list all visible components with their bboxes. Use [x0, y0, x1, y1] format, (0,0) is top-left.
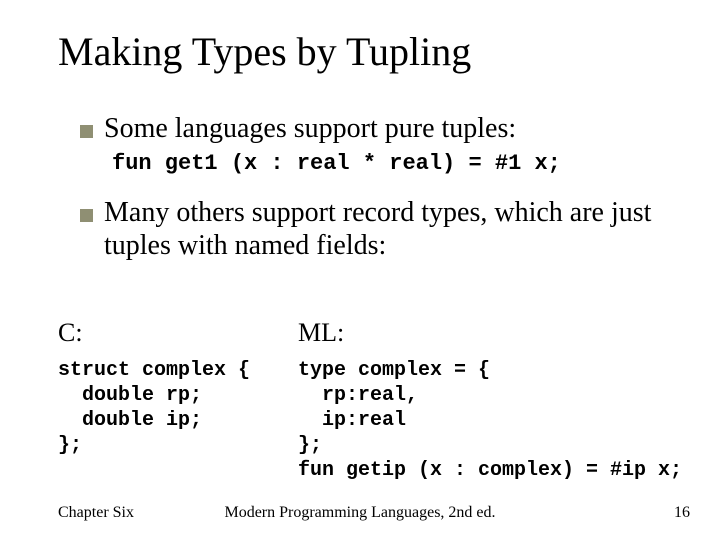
square-bullet-icon: [80, 209, 93, 222]
column-label: ML:: [298, 318, 682, 348]
column-label: C:: [58, 318, 298, 348]
slide: Making Types by Tupling Some languages s…: [0, 0, 720, 540]
code-snippet: fun get1 (x : real * real) = #1 x;: [112, 151, 680, 176]
footer-book-title: Modern Programming Languages, 2nd ed.: [0, 504, 720, 522]
code-block-c: struct complex { double rp; double ip; }…: [58, 358, 298, 458]
column-ml: ML: type complex = { rp:real, ip:real };…: [298, 318, 682, 483]
footer-page-number: 16: [674, 504, 690, 522]
bullet-text: Some languages support pure tuples:: [104, 112, 516, 145]
column-c: C: struct complex { double rp; double ip…: [58, 318, 298, 483]
square-bullet-icon: [80, 125, 93, 138]
slide-title: Making Types by Tupling: [58, 28, 471, 75]
slide-body: Some languages support pure tuples: fun …: [80, 112, 680, 268]
code-block-ml: type complex = { rp:real, ip:real }; fun…: [298, 358, 682, 483]
bullet-item: Many others support record types, which …: [80, 196, 680, 262]
bullet-text: Many others support record types, which …: [104, 196, 680, 262]
bullet-item: Some languages support pure tuples:: [80, 112, 680, 145]
code-columns: C: struct complex { double rp; double ip…: [58, 318, 678, 483]
